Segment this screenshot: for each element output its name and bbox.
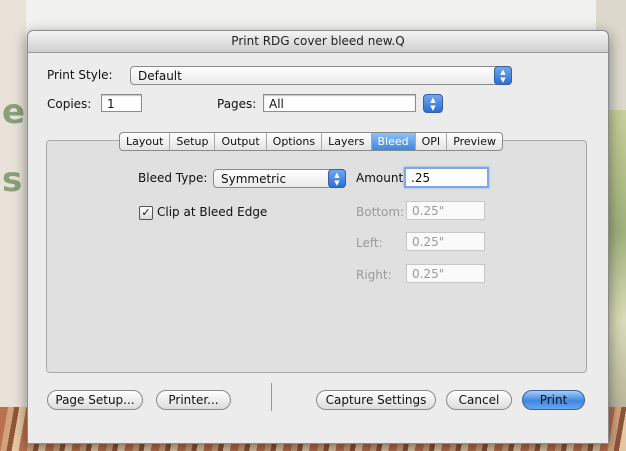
bottom-label: Bottom: [356,205,405,219]
background-glyph: e [2,92,26,132]
print-style-value: Default [138,69,182,83]
page-setup-button[interactable]: Page Setup... [47,390,143,410]
bottom-value: 0.25" [412,204,445,218]
print-style-label: Print Style: [47,68,113,82]
right-label: Right: [356,268,392,282]
cancel-button[interactable]: Cancel [446,390,512,410]
tab-bar: Layout Setup Output Options Layers Bleed… [119,132,504,151]
pages-field[interactable]: All [263,94,416,112]
left-value: 0.25" [412,235,445,249]
left-field[interactable]: 0.25" [406,232,485,251]
bottom-field[interactable]: 0.25" [406,201,485,220]
tab-bleed[interactable]: Bleed [371,133,416,150]
pages-value: All [269,97,284,111]
background-left-strip [0,0,26,451]
clip-label: Clip at Bleed Edge [157,205,268,219]
tab-layout[interactable]: Layout [120,133,171,150]
print-dialog: Print RDG cover bleed new.Q Print Style:… [27,30,609,444]
print-style-popup[interactable]: Default ▲ ▼ [130,66,512,85]
copies-field[interactable]: 1 [101,94,142,112]
amount-field[interactable]: .25 [404,167,489,188]
right-value: 0.25" [412,267,445,281]
popup-arrows-icon: ▲ ▼ [494,66,512,85]
right-field[interactable]: 0.25" [406,264,485,283]
popup-arrows-icon: ▲ ▼ [328,169,346,188]
amount-label: Amount: [356,171,408,185]
tab-layers[interactable]: Layers [322,133,372,150]
pages-label: Pages: [217,97,257,111]
tab-output[interactable]: Output [215,133,267,150]
popup-arrows-icon: ▲ ▼ [430,96,436,112]
button-divider [271,383,272,411]
window-title: Print RDG cover bleed new.Q [28,31,608,53]
bleed-type-label: Bleed Type: [138,171,208,185]
background-glyph: s [2,160,23,200]
pages-popup-button[interactable]: ▲ ▼ [423,94,443,113]
capture-settings-button[interactable]: Capture Settings [316,390,436,410]
bleed-type-value: Symmetric [221,172,287,186]
checkmark-icon: ✓ [141,206,151,219]
clip-checkbox[interactable]: ✓ [139,206,153,220]
copies-label: Copies: [47,97,92,111]
amount-value: .25 [411,171,431,185]
bleed-panel: Bleed Type: Symmetric ▲ ▼ Amount: .25 ✓ C… [46,140,587,373]
print-button[interactable]: Print [522,390,585,410]
printer-button[interactable]: Printer... [156,390,231,410]
tab-preview[interactable]: Preview [447,133,502,150]
tab-setup[interactable]: Setup [170,133,216,150]
bleed-type-popup[interactable]: Symmetric ▲ ▼ [213,169,346,188]
tab-options[interactable]: Options [267,133,323,150]
left-label: Left: [356,236,383,250]
copies-value: 1 [107,97,115,111]
tab-opi[interactable]: OPI [416,133,448,150]
